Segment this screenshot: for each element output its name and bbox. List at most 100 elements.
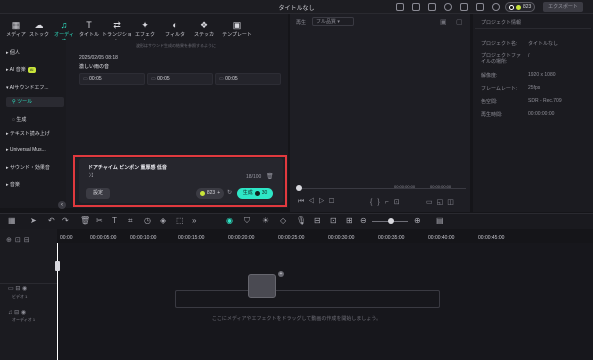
more-icon[interactable]: »: [192, 216, 196, 225]
video-track-icon: ▭ ⊟ ◉: [8, 286, 28, 292]
credits-pill[interactable]: 823: [505, 2, 536, 12]
tab-label: メディア: [6, 32, 26, 38]
sidebar-item-ai-sound[interactable]: ▾ AIサウンドエフ...: [6, 84, 49, 91]
collapse-icon[interactable]: ‹: [58, 201, 66, 209]
layout-icon[interactable]: ▦: [8, 216, 16, 225]
sidebar-item-ai-music[interactable]: ▸ AI 音楽 AI: [6, 66, 36, 73]
sound-result-2[interactable]: ▭ 00:05: [147, 73, 213, 85]
playhead-handle[interactable]: [55, 261, 60, 271]
select-icon[interactable]: ➤: [30, 216, 37, 225]
zoom-in-icon[interactable]: ⊕: [414, 216, 421, 225]
generate-label: 生成: [242, 190, 253, 196]
template-icon: ▣: [232, 20, 242, 30]
camera-icon[interactable]: ⊡: [330, 216, 337, 225]
prop-duration-value: 00:00:00:00: [528, 111, 555, 117]
quality-select[interactable]: フル品質 ▾: [312, 17, 354, 26]
ruler-tick-label: 00:00:45:00: [478, 235, 505, 241]
tab-label: タイトル: [78, 32, 99, 38]
notification-icon[interactable]: [444, 3, 452, 11]
crop-icon[interactable]: ⌗: [128, 216, 133, 226]
prop-name-value: タイトルなし: [528, 41, 559, 47]
tab-template[interactable]: ▣ テンプレート: [222, 19, 252, 41]
redo-icon[interactable]: ↷: [62, 216, 69, 225]
credit-icon: [516, 4, 521, 10]
tag-icon[interactable]: ⊟: [314, 216, 321, 225]
sidebar-item-universal-music[interactable]: ▸ Universal Mus...: [6, 147, 46, 153]
generate-cost: 30: [261, 190, 268, 196]
keyframe-icon[interactable]: ◇: [280, 216, 286, 225]
speed-icon[interactable]: ◷: [144, 216, 151, 225]
settings-button[interactable]: 設定: [86, 188, 110, 199]
panel-icon[interactable]: ▤: [436, 216, 444, 225]
tab-media[interactable]: ▦ メディア: [4, 19, 28, 41]
marker-controls[interactable]: {}⌐⊡: [370, 198, 405, 206]
gift-icon[interactable]: [412, 3, 420, 11]
track-tools[interactable]: ⊕⊡⊟: [6, 236, 33, 244]
fullscreen-icon[interactable]: ▢: [456, 18, 463, 26]
tab-effect[interactable]: ✦エフェクト: [133, 19, 157, 45]
save-icon[interactable]: [476, 3, 484, 11]
export-button[interactable]: エクスポート: [543, 2, 583, 12]
zoom-handle[interactable]: [388, 218, 394, 224]
drop-zone[interactable]: [175, 290, 440, 308]
preview-panel: [290, 14, 470, 212]
sidebar-item-sound-effects[interactable]: ▸ サウンド・効果音: [6, 164, 50, 171]
grid-icon[interactable]: ⊞: [346, 216, 353, 225]
ruler-tick-label: 00:00:05:00: [90, 235, 117, 241]
tab-label: テンプレート: [222, 32, 252, 38]
avatar: [509, 4, 514, 10]
playback-controls[interactable]: ⏮◁▷▢: [298, 198, 338, 206]
sidebar-item-generate[interactable]: ◌ 生成: [12, 116, 26, 123]
prop-path-value: /: [528, 53, 530, 59]
ruler-tick-label: 00:00:25:00: [278, 235, 305, 241]
zoom-out-icon[interactable]: ⊖: [360, 216, 367, 225]
tab-sticker[interactable]: ❖ステッカー: [192, 19, 216, 45]
prop-colorspace-value: SDR - Rec.709: [528, 98, 562, 104]
ai-icon[interactable]: ◉: [226, 216, 233, 225]
shield-icon[interactable]: ⛉: [244, 216, 250, 226]
shuffle-icon[interactable]: ⤨: [88, 173, 93, 180]
split-icon[interactable]: ✂: [96, 216, 103, 225]
cloud-icon[interactable]: [460, 3, 468, 11]
media-icon: ▦: [11, 20, 21, 30]
scrubber-handle[interactable]: [296, 185, 302, 191]
media-placeholder-icon: [248, 274, 276, 298]
prompt-input[interactable]: ドアチャイム ピンポン 重厚感 低音: [88, 164, 167, 171]
tab-stock[interactable]: ☁ ストック: [27, 19, 51, 41]
sidebar-item-music[interactable]: ▸ 音楽: [6, 181, 20, 188]
undo-icon[interactable]: ↶: [48, 216, 55, 225]
prop-fps-label: フレームレート:: [481, 86, 518, 92]
sidebar-item-tts[interactable]: ▸ テキスト読み上げ: [6, 130, 50, 137]
color-icon[interactable]: ◈: [160, 216, 166, 225]
sound-result-1[interactable]: ▭ 00:05: [79, 73, 145, 85]
tab-filter[interactable]: ◐フィルター: [163, 19, 187, 45]
render-icon[interactable]: ☀: [262, 216, 269, 225]
generate-button[interactable]: 生成 30: [237, 188, 273, 199]
refresh-icon[interactable]: ↻: [227, 189, 232, 196]
delete-icon[interactable]: 🗑: [266, 173, 274, 180]
user-icon[interactable]: [428, 3, 436, 11]
stock-icon: ☁: [34, 20, 44, 30]
help-icon[interactable]: [492, 3, 500, 11]
ruler-tick-label: 00:00:40:00: [428, 235, 455, 241]
sidebar-item-personal[interactable]: ▸ 個人: [6, 49, 20, 56]
tab-title[interactable]: T タイトル: [77, 19, 101, 41]
sidebar-item-tools[interactable]: ⚲ ツール: [6, 97, 64, 107]
content-note: 波形はサウンド生成の結果を参照するように: [136, 43, 216, 48]
mask-icon[interactable]: ⬚: [176, 216, 184, 225]
prop-resolution-label: 解像度:: [481, 73, 498, 79]
sound-result-3[interactable]: ▭ 00:05: [215, 73, 281, 85]
project-info-header: プロジェクト情報: [481, 20, 522, 26]
time-current: 00:00:00:00: [394, 184, 416, 189]
text-icon[interactable]: T: [112, 216, 117, 225]
delete-icon[interactable]: 🗑: [80, 216, 90, 225]
mic-icon[interactable]: 🎙: [296, 216, 306, 225]
credits-button[interactable]: 823 +: [196, 188, 224, 199]
theme-icon[interactable]: [396, 3, 404, 11]
preview-tools[interactable]: ▭◱◫: [426, 198, 458, 206]
ruler-tick-label: 00:00:35:00: [378, 235, 405, 241]
preview-label: 再生: [296, 20, 307, 26]
tab-audio[interactable]: ♫オーディオ: [52, 19, 76, 45]
tab-transition[interactable]: ⇄トランジション: [102, 19, 132, 45]
snapshot-icon[interactable]: ▣: [440, 18, 447, 26]
